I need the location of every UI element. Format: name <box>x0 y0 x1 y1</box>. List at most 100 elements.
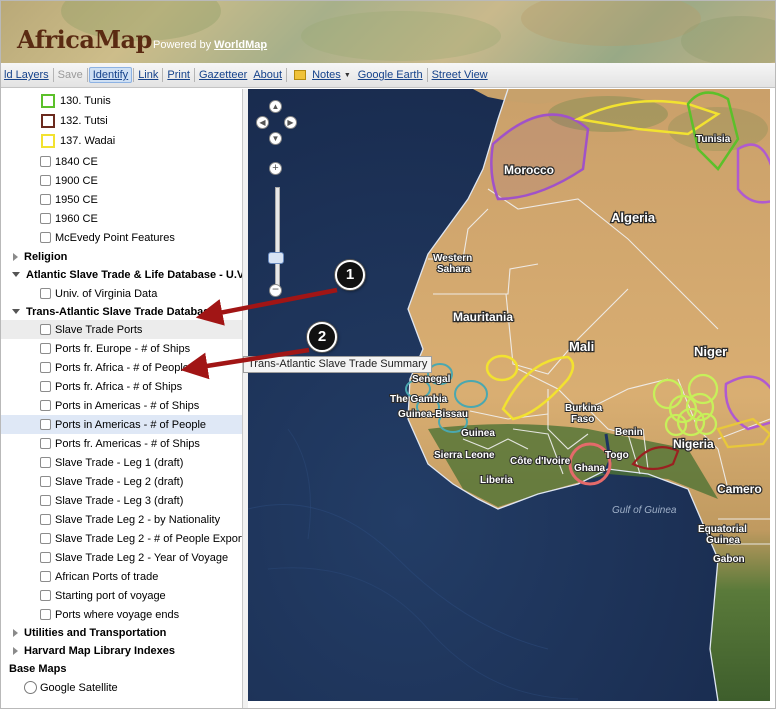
layer-item[interactable]: Slave Trade - Leg 2 (draft) <box>1 472 242 491</box>
layer-item-mcevedy[interactable]: McEvedy Point Features <box>1 228 242 247</box>
layer-label: 1950 CE <box>55 193 98 206</box>
africamap-window: AfricaMap Powered by WorldMap ld Layers … <box>0 0 776 709</box>
group-label: Religion <box>24 250 68 263</box>
layer-item[interactable]: Ports fr. Americas - # of Ships <box>1 434 242 453</box>
layer-checkbox[interactable] <box>40 381 51 392</box>
layer-item-1960[interactable]: 1960 CE <box>1 209 242 228</box>
layer-label: Ports fr. Americas - # of Ships <box>55 437 200 450</box>
layer-checkbox[interactable] <box>40 609 51 620</box>
layer-item[interactable]: Slave Trade Leg 2 - Year of Voyage <box>1 548 242 567</box>
layer-item-selected[interactable]: Ports in Americas - # of People <box>1 415 242 434</box>
layer-item-1950[interactable]: 1950 CE <box>1 190 242 209</box>
save-button[interactable]: Save <box>55 69 86 81</box>
map-view[interactable]: Morocco Tunisia Algeria Western Sahara M… <box>248 89 770 701</box>
layer-label: Slave Trade - Leg 2 (draft) <box>55 475 184 488</box>
layer-checkbox[interactable] <box>40 476 51 487</box>
layer-item[interactable]: Ports fr. Africa - # of Ships <box>1 377 242 396</box>
layer-checkbox[interactable] <box>40 571 51 582</box>
zoom-slider-track[interactable] <box>275 187 280 291</box>
legend-label: 137. Wadai <box>60 134 116 147</box>
layer-checkbox[interactable] <box>40 362 51 373</box>
legend-item: 130. Tunis <box>1 91 242 110</box>
link-button[interactable]: Link <box>135 69 161 81</box>
layer-checkbox[interactable] <box>40 457 51 468</box>
layer-item-1840[interactable]: 1840 CE <box>1 152 242 171</box>
zoom-in-button[interactable]: + <box>269 162 282 175</box>
map-label-togo: Togo <box>605 450 629 461</box>
about-button[interactable]: About <box>250 69 285 81</box>
google-earth-button[interactable]: Google Earth <box>355 69 426 81</box>
layer-label: Ports fr. Africa - # of Ships <box>55 380 183 393</box>
layer-item[interactable]: Starting port of voyage <box>1 586 242 605</box>
pan-right-button[interactable]: ▶ <box>284 116 297 129</box>
worldmap-link[interactable]: WorldMap <box>214 39 267 51</box>
layer-item[interactable]: African Ports of trade <box>1 567 242 586</box>
layer-checkbox[interactable] <box>40 343 51 354</box>
group-religion[interactable]: Religion <box>1 247 242 266</box>
expand-arrow-icon[interactable] <box>13 628 18 637</box>
notes-menu-button[interactable]: Notes <box>309 69 344 81</box>
pan-left-button[interactable]: ◀ <box>256 116 269 129</box>
pan-down-button[interactable]: ▼ <box>269 132 282 145</box>
notes-dropdown-arrow-icon[interactable]: ▼ <box>344 72 351 79</box>
map-label-benin: Benin <box>615 427 643 438</box>
identify-button[interactable]: Identify <box>88 67 133 83</box>
group-label: Base Maps <box>9 662 67 675</box>
gazetteer-button[interactable]: Gazetteer <box>196 69 250 81</box>
print-button[interactable]: Print <box>164 69 193 81</box>
layer-item[interactable]: Ports fr. Africa - # of People <box>1 358 242 377</box>
group-harvard[interactable]: Harvard Map Library Indexes <box>1 641 242 660</box>
layer-label: Ports fr. Europe - # of Ships <box>55 342 191 355</box>
map-label-gulf-of-guinea: Gulf of Guinea <box>612 505 677 516</box>
pan-up-button[interactable]: ▲ <box>269 100 282 113</box>
group-utilities[interactable]: Utilities and Transportation <box>1 623 242 642</box>
layer-checkbox[interactable] <box>40 590 51 601</box>
layer-label: McEvedy Point Features <box>55 231 175 244</box>
layer-item[interactable]: Ports fr. Europe - # of Ships <box>1 339 242 358</box>
layer-checkbox[interactable] <box>40 175 51 186</box>
group-trans-atlantic[interactable]: Trans-Atlantic Slave Trade Database <box>1 302 242 321</box>
add-layers-button[interactable]: ld Layers <box>1 69 52 81</box>
map-label-western-sahara: Western <box>433 253 472 264</box>
collapse-arrow-icon[interactable] <box>12 272 20 277</box>
expand-arrow-icon[interactable] <box>13 646 18 655</box>
legend-swatch <box>41 113 55 128</box>
layer-item[interactable]: Slave Trade - Leg 3 (draft) <box>1 491 242 510</box>
layer-checkbox[interactable] <box>40 232 51 243</box>
toolbar-separator <box>133 68 135 82</box>
layer-checkbox[interactable] <box>40 213 51 224</box>
layer-item[interactable]: Ports where voyage ends <box>1 605 242 624</box>
layer-checkbox[interactable] <box>40 514 51 525</box>
layer-checkbox[interactable] <box>40 552 51 563</box>
layer-checkbox[interactable] <box>40 288 51 299</box>
map-label-burkina: Burkina <box>565 403 603 414</box>
group-atlantic-db[interactable]: Atlantic Slave Trade & Life Database - U… <box>1 265 242 284</box>
toolbar-separator <box>286 68 288 82</box>
layer-checkbox[interactable] <box>40 400 51 411</box>
layer-item-slave-trade-ports[interactable]: Slave Trade Ports <box>1 320 242 339</box>
zoom-out-button[interactable]: − <box>269 283 282 297</box>
street-view-button[interactable]: Street View <box>429 69 491 81</box>
base-map-google-satellite[interactable]: Google Satellite <box>1 678 242 697</box>
layer-checkbox[interactable] <box>40 156 51 167</box>
layer-checkbox[interactable] <box>40 419 51 430</box>
layer-checkbox[interactable] <box>40 533 51 544</box>
layer-item[interactable]: Slave Trade Leg 2 - # of People Exported <box>1 529 242 548</box>
map-label-gambia: The Gambia <box>390 394 448 405</box>
layer-item-1900[interactable]: 1900 CE <box>1 171 242 190</box>
layer-tooltip: Trans-Atlantic Slave Trade Summary <box>243 356 433 373</box>
layer-item[interactable]: Slave Trade - Leg 1 (draft) <box>1 453 242 472</box>
layer-checkbox[interactable] <box>40 324 51 335</box>
layer-item[interactable]: Slave Trade Leg 2 - by Nationality <box>1 510 242 529</box>
expand-arrow-icon[interactable] <box>13 252 18 261</box>
layer-item[interactable]: Ports in Americas - # of Ships <box>1 396 242 415</box>
layer-item-uva[interactable]: Univ. of Virginia Data <box>1 284 242 303</box>
zoom-slider-handle[interactable] <box>268 252 284 264</box>
collapse-arrow-icon[interactable] <box>12 309 20 314</box>
layer-checkbox[interactable] <box>40 438 51 449</box>
africamap-logo: AfricaMap <box>17 25 152 54</box>
radio-button[interactable] <box>24 681 37 694</box>
layer-checkbox[interactable] <box>40 194 51 205</box>
map-label-guinea: Guinea <box>461 428 495 439</box>
layer-checkbox[interactable] <box>40 495 51 506</box>
